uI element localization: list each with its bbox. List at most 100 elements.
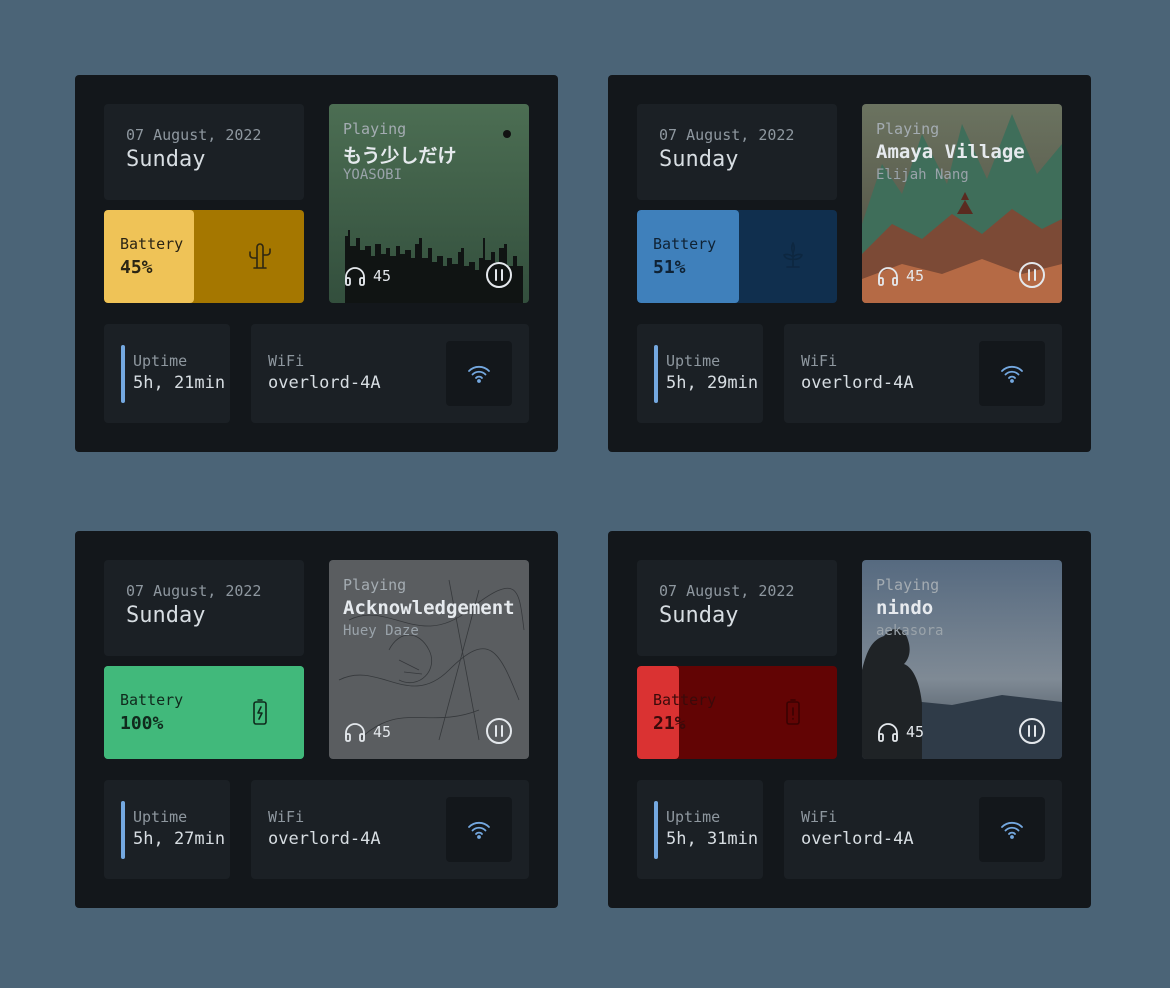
uptime-accent-bar (121, 801, 125, 859)
headphones-icon (878, 267, 898, 286)
now-playing-tile[interactable]: Playing Amaya Village Elijah Nang 45 (862, 104, 1062, 303)
battery-tile: Battery 21% (637, 666, 837, 759)
playing-label: Playing (343, 120, 407, 138)
battery-tile: Battery 100% (104, 666, 304, 759)
uptime-tile: Uptime 5h, 29min (637, 324, 763, 423)
battery-label: Battery (653, 235, 717, 253)
headphones-icon (345, 723, 365, 742)
battery-low-icon (786, 699, 800, 725)
uptime-tile: Uptime 5h, 31min (637, 780, 763, 879)
wifi-toggle-button[interactable] (979, 797, 1045, 862)
track-title: nindo (876, 597, 934, 619)
day-text: Sunday (126, 603, 206, 628)
wifi-tile: WiFi overlord-4A (251, 780, 529, 879)
day-text: Sunday (659, 147, 739, 172)
wifi-toggle-button[interactable] (446, 797, 512, 862)
widget-card: 07 August, 2022 Sunday Battery 51% Playi… (608, 75, 1091, 452)
wifi-label: WiFi (801, 352, 838, 370)
track-title: Amaya Village (876, 141, 1025, 163)
date-text: 07 August, 2022 (126, 126, 262, 144)
wifi-label: WiFi (268, 808, 305, 826)
volume-value: 45 (373, 723, 392, 741)
wifi-toggle-button[interactable] (446, 341, 512, 406)
date-tile: 07 August, 2022 Sunday (104, 104, 304, 200)
uptime-label: Uptime (133, 352, 188, 370)
wifi-network-name: overlord-4A (268, 829, 381, 849)
now-playing-tile[interactable]: Playing nindo aekasora 45 (862, 560, 1062, 759)
battery-value: 100% (120, 713, 164, 734)
uptime-accent-bar (121, 345, 125, 403)
uptime-value: 5h, 27min (133, 829, 226, 849)
now-playing-tile[interactable]: Playing Acknowledgement Huey Daze 45 (329, 560, 529, 759)
volume-readout: 45 (343, 720, 391, 744)
uptime-value: 5h, 29min (666, 373, 759, 393)
wifi-network-name: overlord-4A (801, 373, 914, 393)
wifi-network-name: overlord-4A (268, 373, 381, 393)
uptime-tile: Uptime 5h, 27min (104, 780, 230, 879)
track-artist: Elijah Nang (876, 167, 969, 183)
volume-readout: 45 (343, 264, 391, 288)
battery-label: Battery (120, 235, 184, 253)
uptime-tile: Uptime 5h, 21min (104, 324, 230, 423)
widget-card: 07 August, 2022 Sunday Battery 21% Playi… (608, 531, 1091, 908)
wifi-label: WiFi (268, 352, 305, 370)
cactus-icon (249, 243, 271, 269)
volume-readout: 45 (876, 720, 924, 744)
date-text: 07 August, 2022 (659, 582, 795, 600)
track-artist: aekasora (876, 623, 944, 639)
pause-button[interactable] (485, 717, 513, 745)
battery-charging-icon (253, 699, 267, 725)
wifi-icon (1001, 365, 1023, 383)
battery-value: 21% (653, 713, 686, 734)
widget-card: 07 August, 2022 Sunday Battery 45% Playi… (75, 75, 558, 452)
day-text: Sunday (659, 603, 739, 628)
track-artist: Huey Daze (343, 623, 419, 639)
headphones-icon (878, 723, 898, 742)
battery-value: 45% (120, 257, 153, 278)
volume-readout: 45 (876, 264, 924, 288)
wifi-tile: WiFi overlord-4A (251, 324, 529, 423)
volume-value: 45 (373, 267, 392, 285)
battery-label: Battery (120, 691, 184, 709)
date-text: 07 August, 2022 (659, 126, 795, 144)
playing-label: Playing (343, 576, 407, 594)
date-tile: 07 August, 2022 Sunday (637, 560, 837, 656)
wifi-label: WiFi (801, 808, 838, 826)
wifi-toggle-button[interactable] (979, 341, 1045, 406)
track-title: Acknowledgement (343, 597, 515, 619)
date-tile: 07 August, 2022 Sunday (637, 104, 837, 200)
track-artist: YOASOBI (343, 167, 403, 183)
uptime-value: 5h, 31min (666, 829, 759, 849)
uptime-accent-bar (654, 801, 658, 859)
track-title: もう少しだけ (343, 145, 457, 167)
widget-card: 07 August, 2022 Sunday Battery 100% Play… (75, 531, 558, 908)
uptime-label: Uptime (666, 352, 721, 370)
battery-label: Battery (653, 691, 717, 709)
uptime-label: Uptime (133, 808, 188, 826)
playing-label: Playing (876, 576, 940, 594)
volume-value: 45 (906, 267, 925, 285)
wifi-network-name: overlord-4A (801, 829, 914, 849)
wifi-tile: WiFi overlord-4A (784, 324, 1062, 423)
battery-tile: Battery 51% (637, 210, 837, 303)
wifi-icon (468, 821, 490, 839)
playing-label: Playing (876, 120, 940, 138)
pause-button[interactable] (1018, 261, 1046, 289)
now-playing-tile[interactable]: Playing もう少しだけ YOASOBI 45 (329, 104, 529, 303)
wifi-icon (1001, 821, 1023, 839)
volume-value: 45 (906, 723, 925, 741)
headphones-icon (345, 267, 365, 286)
wifi-tile: WiFi overlord-4A (784, 780, 1062, 879)
date-tile: 07 August, 2022 Sunday (104, 560, 304, 656)
battery-value: 51% (653, 257, 686, 278)
uptime-accent-bar (654, 345, 658, 403)
battery-tile: Battery 45% (104, 210, 304, 303)
pause-button[interactable] (1018, 717, 1046, 745)
leaf-icon (783, 242, 803, 268)
day-text: Sunday (126, 147, 206, 172)
uptime-value: 5h, 21min (133, 373, 226, 393)
pause-button[interactable] (485, 261, 513, 289)
uptime-label: Uptime (666, 808, 721, 826)
date-text: 07 August, 2022 (126, 582, 262, 600)
wifi-icon (468, 365, 490, 383)
